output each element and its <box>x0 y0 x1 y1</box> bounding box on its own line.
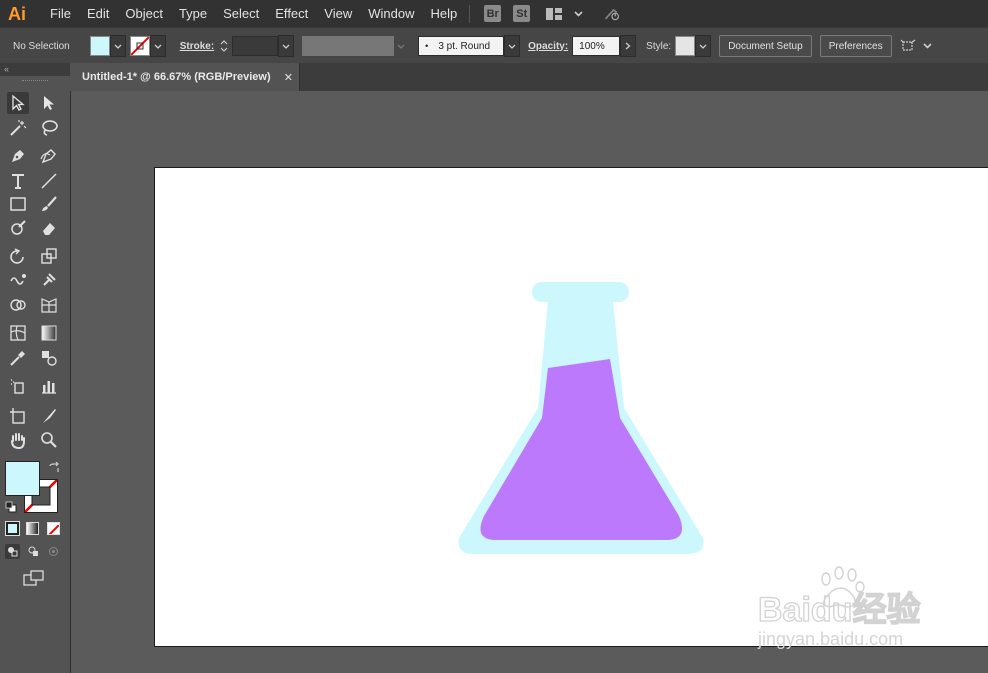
menu-edit[interactable]: Edit <box>79 0 117 27</box>
brush-dot-icon: • <box>425 41 429 51</box>
document-tab[interactable]: Untitled-1* @ 66.67% (RGB/Preview) ✕ <box>70 63 300 91</box>
color-mode-icon[interactable] <box>5 521 20 536</box>
menu-help[interactable]: Help <box>422 0 465 27</box>
artboard-tool-icon[interactable] <box>7 405 29 427</box>
shaper-tool-icon[interactable] <box>7 217 29 239</box>
close-icon[interactable]: ✕ <box>284 71 293 84</box>
warp-tool-icon[interactable] <box>7 269 29 291</box>
graphic-style-swatch[interactable] <box>675 36 696 56</box>
rotate-tool-icon[interactable] <box>7 245 29 267</box>
stroke-weight-input[interactable] <box>232 36 279 56</box>
pen-tool-icon[interactable] <box>7 145 29 167</box>
zoom-tool-icon[interactable] <box>38 429 60 451</box>
variable-width-dropdown[interactable] <box>394 36 408 56</box>
fill-color-box[interactable] <box>5 461 40 496</box>
stroke-label[interactable]: Stroke: <box>166 41 218 52</box>
column-graph-tool-icon[interactable] <box>38 375 60 397</box>
chevron-down-icon[interactable] <box>920 38 936 54</box>
opacity-label[interactable]: Opacity: <box>520 41 572 52</box>
menu-select[interactable]: Select <box>215 0 267 27</box>
default-colors-icon[interactable] <box>5 500 17 513</box>
flask-rim[interactable] <box>532 282 629 302</box>
menu-window[interactable]: Window <box>360 0 422 27</box>
stroke-swatch[interactable] <box>129 36 150 56</box>
stock-button[interactable]: St <box>513 5 531 22</box>
stroke-weight-stepper[interactable] <box>218 36 230 56</box>
draw-normal-icon[interactable] <box>5 544 20 559</box>
menu-object[interactable]: Object <box>117 0 171 27</box>
none-mode-icon[interactable] <box>47 522 60 535</box>
document-tab-title: Untitled-1* @ 66.67% (RGB/Preview) <box>82 71 271 83</box>
chevron-down-icon[interactable] <box>570 6 586 22</box>
shape-builder-tool-icon[interactable] <box>7 294 29 316</box>
arrange-documents-icon[interactable] <box>900 38 916 54</box>
watermark-brand: Baidu经验 <box>758 590 920 629</box>
document-setup-button[interactable]: Document Setup <box>719 35 812 57</box>
gradient-mode-icon[interactable] <box>26 522 39 535</box>
opacity-dropdown[interactable] <box>620 35 637 57</box>
brush-dropdown[interactable] <box>504 35 521 57</box>
hand-tool-icon[interactable] <box>7 429 29 451</box>
style-dropdown[interactable] <box>695 35 712 57</box>
eyedropper-tool-icon[interactable] <box>7 347 29 369</box>
menu-bar: Ai File Edit Object Type Select Effect V… <box>0 0 988 27</box>
paintbrush-tool-icon[interactable] <box>38 193 60 215</box>
puppet-warp-tool-icon[interactable] <box>38 269 60 291</box>
magic-wand-tool-icon[interactable] <box>7 117 29 139</box>
app-logo: Ai <box>8 3 26 24</box>
direct-selection-tool-icon[interactable] <box>38 92 60 114</box>
gradient-tool-icon[interactable] <box>38 322 60 344</box>
eraser-tool-icon[interactable] <box>38 217 60 239</box>
control-bar: No Selection Stroke: • 3 pt. Round Opaci… <box>0 27 988 65</box>
bridge-button[interactable]: Br <box>484 5 502 22</box>
draw-behind-icon[interactable] <box>26 544 41 559</box>
menu-effect[interactable]: Effect <box>267 0 316 27</box>
flask-liquid[interactable] <box>480 359 683 540</box>
menu-file[interactable]: File <box>42 0 79 27</box>
perspective-grid-tool-icon[interactable] <box>38 294 60 316</box>
selection-tool-icon[interactable] <box>7 92 29 114</box>
type-tool-icon[interactable] <box>7 170 29 192</box>
lasso-tool-icon[interactable] <box>38 117 60 139</box>
selection-status: No Selection <box>13 40 70 52</box>
fill-dropdown[interactable] <box>109 35 126 57</box>
slice-tool-icon[interactable] <box>38 405 60 427</box>
tools-collapse-button[interactable]: « <box>0 63 70 76</box>
gpu-performance-icon[interactable] <box>604 6 620 22</box>
fill-swatch[interactable] <box>89 36 110 56</box>
symbol-sprayer-tool-icon[interactable] <box>7 375 29 397</box>
opacity-value: 100% <box>579 40 605 52</box>
tools-panel: « <box>0 63 71 673</box>
line-segment-tool-icon[interactable] <box>38 170 60 192</box>
draw-inside-icon[interactable] <box>46 544 61 559</box>
rectangle-tool-icon[interactable] <box>7 193 29 215</box>
blend-tool-icon[interactable] <box>38 347 60 369</box>
preferences-button[interactable]: Preferences <box>819 35 892 57</box>
tools-grip[interactable] <box>22 80 48 87</box>
curvature-tool-icon[interactable] <box>38 145 60 167</box>
brush-name: 3 pt. Round <box>438 40 491 52</box>
flask-artwork[interactable] <box>456 282 706 556</box>
style-label: Style: <box>646 40 672 52</box>
workspace-layout-icon[interactable] <box>546 6 563 22</box>
mesh-tool-icon[interactable] <box>7 322 29 344</box>
menu-divider <box>469 4 471 23</box>
stroke-dropdown[interactable] <box>149 35 166 57</box>
baidu-watermark: Baidu经验 jingyan.baidu.com <box>757 566 921 649</box>
swap-fill-stroke-icon[interactable] <box>48 461 60 473</box>
menu-view[interactable]: View <box>316 0 360 27</box>
document-tab-bar: Untitled-1* @ 66.67% (RGB/Preview) ✕ <box>70 63 988 91</box>
brush-definition[interactable]: • 3 pt. Round <box>418 36 505 56</box>
scale-tool-icon[interactable] <box>38 245 60 267</box>
watermark-url: jingyan.baidu.com <box>757 629 903 649</box>
variable-width-profile[interactable] <box>302 36 395 56</box>
stroke-weight-dropdown[interactable] <box>278 35 295 57</box>
menu-type[interactable]: Type <box>171 0 215 27</box>
screen-mode-icon[interactable] <box>23 570 45 586</box>
opacity-input[interactable]: 100% <box>572 36 621 56</box>
